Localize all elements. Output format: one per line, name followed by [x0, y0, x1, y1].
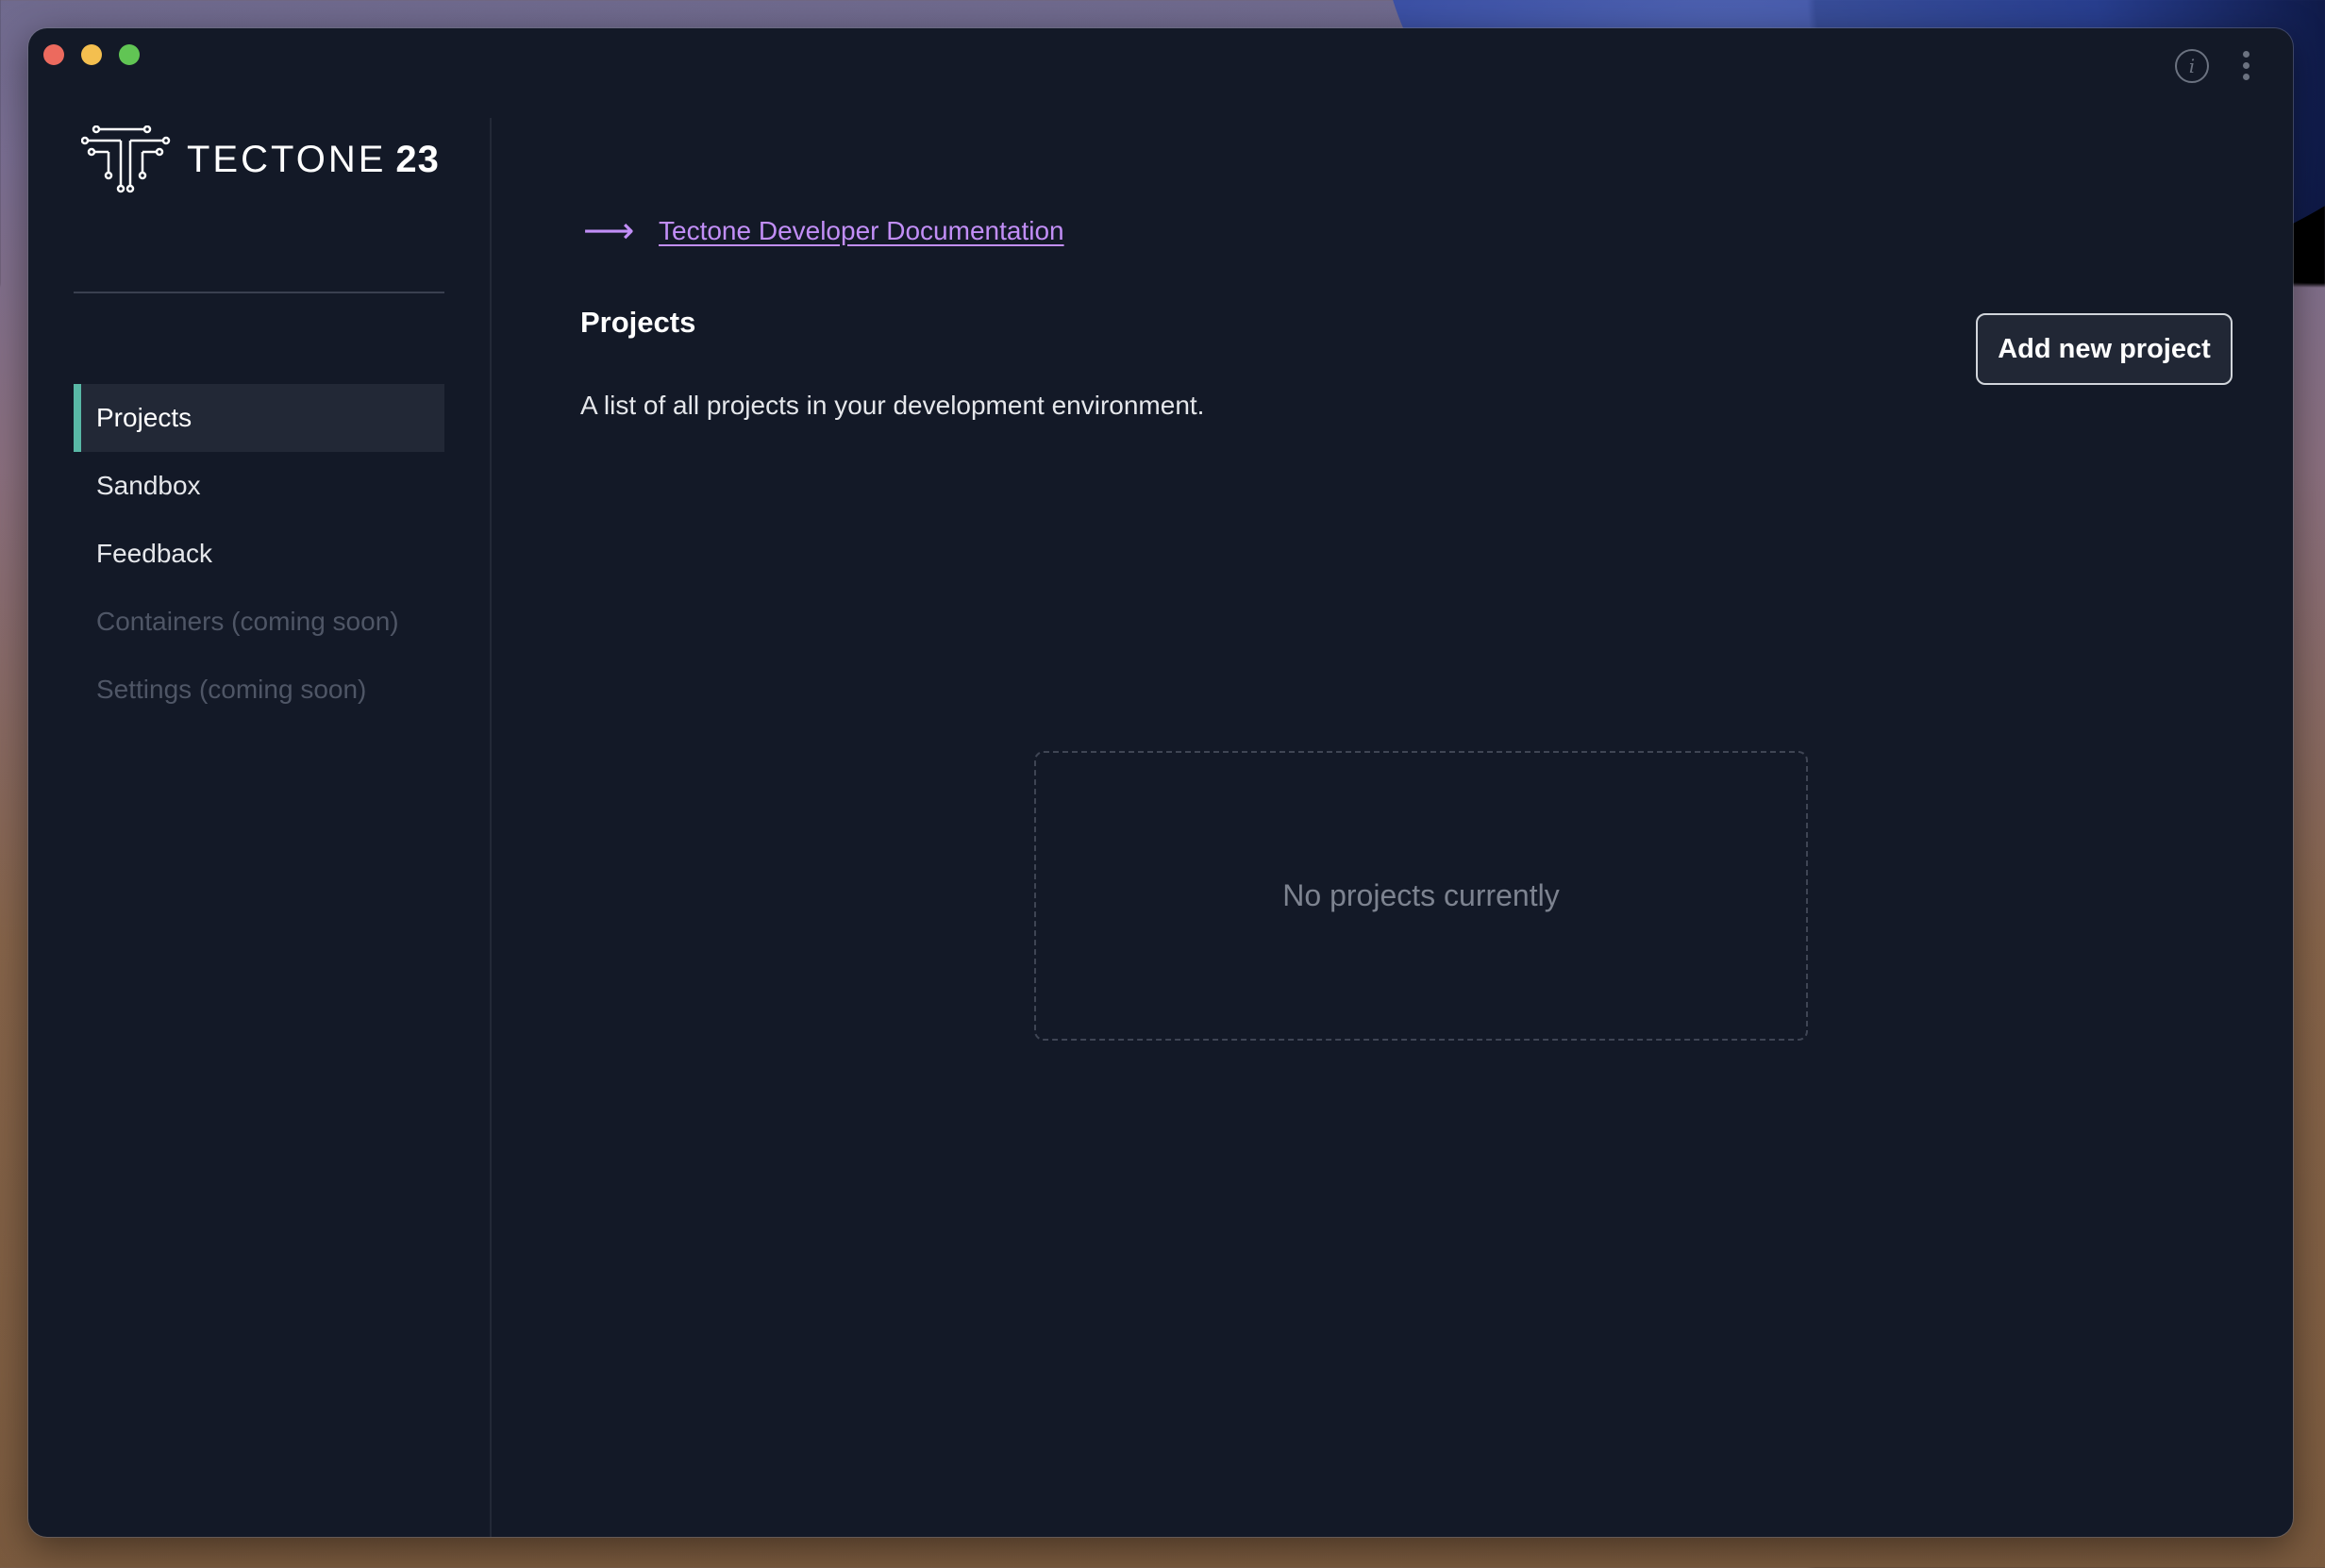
brand-name: TECTONE [187, 138, 387, 180]
sidebar: TECTONE 23 Projects Sandbox Feedback Con… [28, 28, 490, 1537]
sidebar-item-containers: Containers (coming soon) [74, 588, 444, 656]
empty-state-text: No projects currently [1282, 878, 1560, 912]
sidebar-item-label: Projects [96, 403, 192, 432]
empty-projects-placeholder: No projects currently [1034, 751, 1808, 1041]
page-title: Projects [580, 306, 696, 339]
sidebar-item-sandbox[interactable]: Sandbox [74, 452, 444, 520]
app-window: i TECTONE 23 Projects Sandbox Feedback C… [28, 28, 2293, 1537]
sidebar-item-label: Feedback [96, 539, 212, 568]
arrow-right-icon: ⟶ [583, 211, 635, 251]
sidebar-nav: Projects Sandbox Feedback Containers (co… [74, 384, 444, 724]
sidebar-item-label: Settings (coming soon) [96, 675, 367, 704]
sidebar-item-feedback[interactable]: Feedback [74, 520, 444, 588]
add-new-project-button[interactable]: Add new project [1976, 313, 2233, 385]
sidebar-divider [74, 292, 444, 293]
page-subtitle: A list of all projects in your developme… [580, 391, 1205, 420]
sidebar-border [490, 118, 492, 1537]
sidebar-item-label: Sandbox [96, 471, 201, 500]
sidebar-item-label: Containers (coming soon) [96, 607, 399, 636]
tectone-logo-icon [81, 125, 171, 193]
sidebar-item-settings: Settings (coming soon) [74, 656, 444, 724]
main-content: ⟶ Tectone Developer Documentation Projec… [552, 28, 2293, 1537]
app-logo: TECTONE 23 [81, 125, 440, 193]
developer-documentation-link[interactable]: Tectone Developer Documentation [659, 216, 1064, 246]
sidebar-item-projects[interactable]: Projects [74, 384, 444, 452]
brand-number: 23 [395, 138, 440, 180]
documentation-link-row: ⟶ Tectone Developer Documentation [583, 213, 1064, 249]
